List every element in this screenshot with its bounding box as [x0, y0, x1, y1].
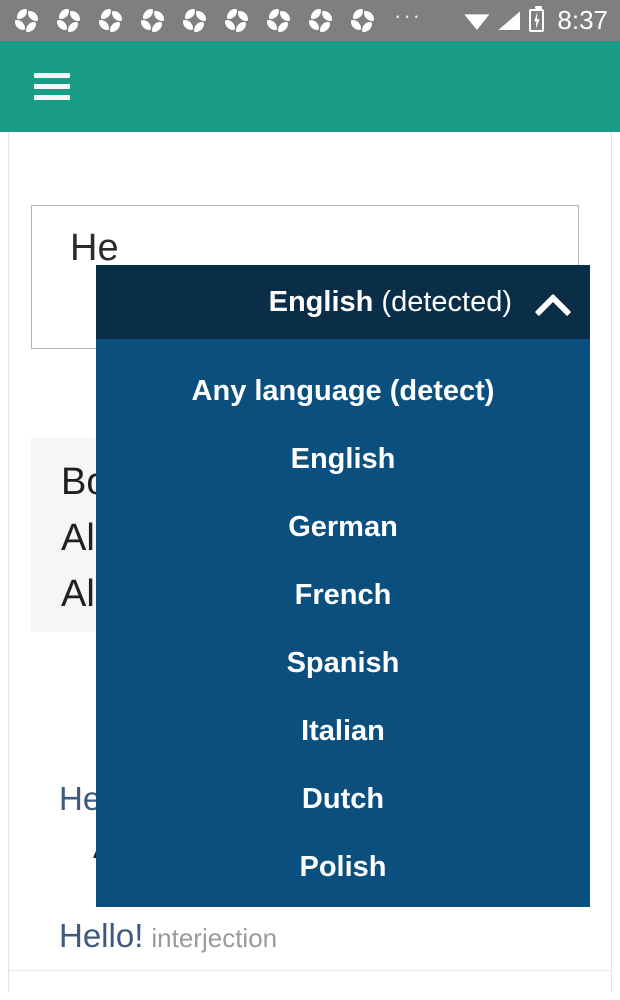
- app-bar: [0, 41, 620, 132]
- chevron-up-icon[interactable]: [536, 292, 568, 312]
- pinwheel-icon: [266, 8, 292, 34]
- cell-signal-icon: [498, 11, 521, 30]
- pinwheel-icon: [224, 8, 250, 34]
- hamburger-bar: [34, 73, 70, 78]
- pinwheel-icon: [182, 8, 208, 34]
- entry-headword: Hello!: [59, 917, 144, 954]
- hamburger-bar: [34, 95, 70, 100]
- language-option-dutch[interactable]: Dutch: [96, 765, 590, 833]
- status-clock: 8:37: [557, 5, 608, 35]
- language-dropdown-toggle[interactable]: English (detected): [96, 265, 590, 339]
- language-option-italian[interactable]: Italian: [96, 697, 590, 765]
- pinwheel-icon: [14, 8, 40, 34]
- language-dropdown: English (detected) Any language (detect)…: [96, 265, 590, 907]
- pinwheel-icon: [350, 8, 376, 34]
- pinwheel-icon: [98, 8, 124, 34]
- dictionary-entry[interactable]: Hello! interjection: [59, 917, 277, 955]
- source-text-value: He: [70, 227, 119, 269]
- overflow-dots-icon: ···: [394, 2, 422, 28]
- language-option-polish[interactable]: Polish: [96, 833, 590, 901]
- status-indicators: 8:37: [464, 5, 608, 36]
- hamburger-bar: [34, 84, 70, 89]
- hamburger-menu-icon[interactable]: [34, 73, 70, 101]
- pinwheel-icon: [308, 8, 334, 34]
- language-option-any[interactable]: Any language (detect): [96, 357, 590, 425]
- status-bar: ··· 8:37: [0, 0, 620, 41]
- page-content: He Bo All All Hello?interjection Allô ?i…: [0, 132, 620, 1000]
- battery-charging-icon: [529, 6, 545, 32]
- language-option-spanish[interactable]: Spanish: [96, 629, 590, 697]
- pinwheel-icon: [56, 8, 82, 34]
- entry-part-of-speech: interjection: [151, 923, 278, 953]
- language-option-english[interactable]: English: [96, 425, 590, 493]
- selected-language-name: English: [268, 285, 374, 318]
- language-dropdown-list: Any language (detect) English German Fre…: [96, 339, 590, 907]
- pinwheel-icon: [140, 8, 166, 34]
- selected-language-detected-note: (detected): [381, 285, 512, 318]
- entry-divider: [9, 970, 611, 971]
- language-option-german[interactable]: German: [96, 493, 590, 561]
- wifi-icon: [464, 11, 490, 30]
- notification-icons: [14, 8, 376, 34]
- language-option-french[interactable]: French: [96, 561, 590, 629]
- selected-language-label: English (detected): [269, 286, 512, 319]
